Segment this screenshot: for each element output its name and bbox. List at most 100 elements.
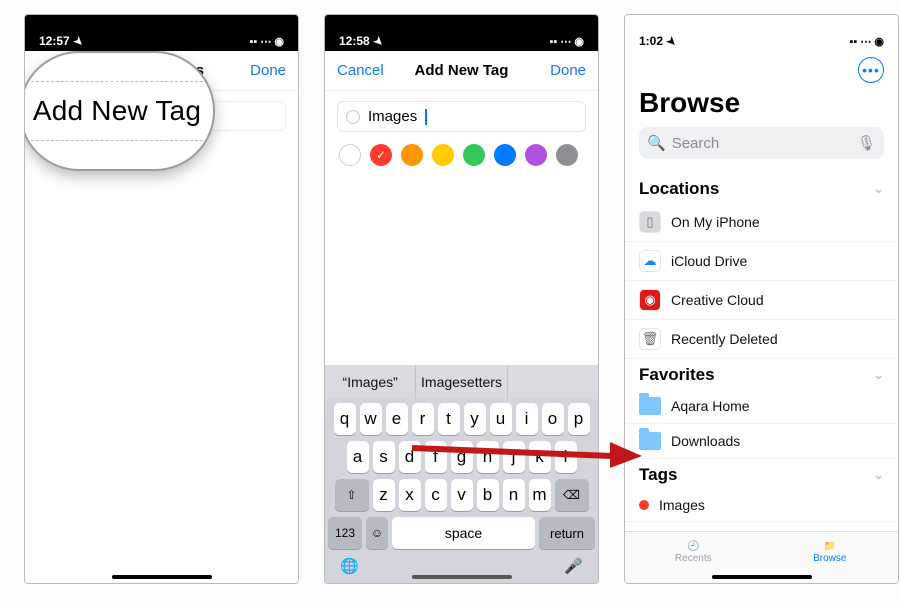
- status-right: ▪▪ ⋯ ◉: [849, 35, 884, 48]
- done-button[interactable]: Done: [534, 62, 586, 79]
- key-p[interactable]: p: [568, 403, 590, 435]
- key-x[interactable]: x: [399, 479, 421, 511]
- key-z[interactable]: z: [373, 479, 395, 511]
- tag-name-field[interactable]: Images: [337, 101, 586, 132]
- key-j[interactable]: j: [503, 441, 525, 473]
- status-bar: 12:58➤ ▪▪ ⋯ ◉: [325, 15, 598, 51]
- key-t[interactable]: t: [438, 403, 460, 435]
- favorite-row[interactable]: Downloads: [625, 424, 898, 459]
- location-icon: ➤: [70, 33, 86, 49]
- tab-recents[interactable]: 🕘 Recents: [625, 532, 762, 573]
- location-icon: ➤: [370, 33, 386, 49]
- return-key[interactable]: return: [539, 517, 595, 549]
- location-row[interactable]: ☁︎iCloud Drive: [625, 242, 898, 281]
- home-indicator: [412, 575, 512, 579]
- tag-name-value: Images: [368, 108, 417, 125]
- key-w[interactable]: w: [360, 403, 382, 435]
- key-v[interactable]: v: [451, 479, 473, 511]
- tag-color-swatch[interactable]: [463, 144, 485, 166]
- status-time: 12:58: [339, 34, 370, 48]
- cancel-button[interactable]: Cancel: [337, 62, 389, 79]
- chevron-down-icon: ⌄: [873, 467, 884, 483]
- key-u[interactable]: u: [490, 403, 512, 435]
- dictation-key[interactable]: 🎤: [564, 557, 583, 575]
- keyboard-suggestion[interactable]: Imagesetters: [416, 365, 507, 399]
- key-o[interactable]: o: [542, 403, 564, 435]
- location-row[interactable]: ▯On My iPhone: [625, 203, 898, 242]
- key-q[interactable]: q: [334, 403, 356, 435]
- locations-header[interactable]: Locations ⌄: [625, 173, 898, 203]
- home-indicator: [712, 575, 812, 579]
- key-h[interactable]: h: [477, 441, 499, 473]
- emoji-key[interactable]: ☺: [366, 517, 388, 549]
- tag-color-swatch[interactable]: [494, 144, 516, 166]
- status-bar: 1:02➤ ▪▪ ⋯ ◉: [625, 15, 898, 51]
- nav-title: Add New Tag: [389, 62, 534, 79]
- status-time: 12:57: [39, 34, 70, 48]
- key-s[interactable]: s: [373, 441, 395, 473]
- location-row[interactable]: ◉Creative Cloud: [625, 281, 898, 320]
- tag-color-icon: [639, 500, 649, 510]
- cloud-icon: ☁︎: [639, 250, 661, 272]
- key-m[interactable]: m: [529, 479, 551, 511]
- status-right: ▪▪ ⋯ ◉: [549, 35, 584, 48]
- search-icon: 🔍: [647, 134, 666, 152]
- tag-color-row: ✓: [325, 140, 598, 170]
- chevron-down-icon: ⌄: [873, 181, 884, 197]
- status-bar: 12:57➤ ▪▪ ⋯ ◉: [25, 15, 298, 51]
- ios-keyboard[interactable]: “Images”Imagesetters qwertyuiop asdfghjk…: [325, 365, 598, 583]
- key-y[interactable]: y: [464, 403, 486, 435]
- tag-color-swatch[interactable]: [401, 144, 423, 166]
- screenshot-add-new-tag-zoom: 12:57➤ ▪▪ ⋯ ◉ gs Done Add New Tag: [24, 14, 299, 584]
- magnifier-text: Add New Tag: [33, 95, 201, 127]
- search-placeholder: Search: [672, 135, 720, 152]
- screenshot-files-browse: 1:02➤ ▪▪ ⋯ ◉ ••• Browse 🔍 Search 🎙 Locat…: [624, 14, 899, 584]
- globe-key[interactable]: 🌐: [340, 557, 359, 575]
- key-k[interactable]: k: [529, 441, 551, 473]
- tag-row[interactable]: Images: [625, 489, 898, 522]
- done-button[interactable]: Done: [234, 62, 286, 79]
- key-r[interactable]: r: [412, 403, 434, 435]
- tag-color-swatch[interactable]: [339, 144, 361, 166]
- folder-icon: 📁: [824, 541, 836, 552]
- key-i[interactable]: i: [516, 403, 538, 435]
- space-key[interactable]: space: [392, 517, 535, 549]
- key-l[interactable]: l: [555, 441, 577, 473]
- keyboard-suggestion[interactable]: [508, 365, 598, 399]
- tab-browse[interactable]: 📁 Browse: [762, 532, 899, 573]
- key-g[interactable]: g: [451, 441, 473, 473]
- magnifier-callout: Add New Tag: [24, 51, 215, 171]
- folder-icon: [639, 432, 661, 450]
- tag-color-swatch[interactable]: [432, 144, 454, 166]
- tag-color-swatch[interactable]: [556, 144, 578, 166]
- key-c[interactable]: c: [425, 479, 447, 511]
- cc-icon: ◉: [639, 289, 661, 311]
- trash-icon: 🗑: [639, 328, 661, 350]
- page-title: Browse: [625, 85, 898, 127]
- search-input[interactable]: 🔍 Search 🎙: [639, 127, 884, 159]
- key-b[interactable]: b: [477, 479, 499, 511]
- key-d[interactable]: d: [399, 441, 421, 473]
- favorites-header[interactable]: Favorites ⌄: [625, 359, 898, 389]
- keyboard-suggestions[interactable]: “Images”Imagesetters: [325, 365, 598, 399]
- status-time: 1:02: [639, 34, 663, 48]
- key-e[interactable]: e: [386, 403, 408, 435]
- tag-color-swatch[interactable]: [525, 144, 547, 166]
- numbers-key[interactable]: 123: [328, 517, 362, 549]
- home-indicator: [112, 575, 212, 579]
- tag-color-preview-icon: [346, 110, 360, 124]
- favorite-row[interactable]: Aqara Home: [625, 389, 898, 424]
- tags-header[interactable]: Tags ⌄: [625, 459, 898, 489]
- keyboard-suggestion[interactable]: “Images”: [325, 365, 416, 399]
- key-f[interactable]: f: [425, 441, 447, 473]
- location-row[interactable]: 🗑Recently Deleted: [625, 320, 898, 359]
- shift-key[interactable]: ⇧: [335, 479, 369, 511]
- delete-key[interactable]: ⌫: [555, 479, 589, 511]
- tag-color-swatch[interactable]: ✓: [370, 144, 392, 166]
- dictation-icon[interactable]: 🎙: [857, 134, 876, 152]
- key-a[interactable]: a: [347, 441, 369, 473]
- key-n[interactable]: n: [503, 479, 525, 511]
- location-icon: ➤: [664, 33, 680, 49]
- nav-bar: Cancel Add New Tag Done: [325, 51, 598, 91]
- more-options-button[interactable]: •••: [858, 57, 884, 83]
